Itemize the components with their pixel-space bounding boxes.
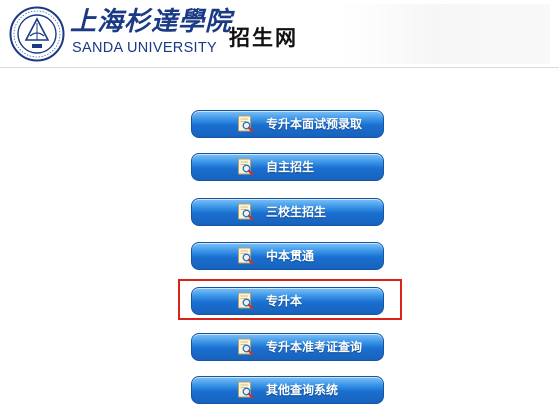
menu-button-label: 专升本面试预录取 xyxy=(266,117,363,131)
menu-button-upgrade-to-bachelor[interactable]: 专升本 xyxy=(191,287,384,315)
magnifier-document-icon xyxy=(238,203,254,221)
magnifier-document-icon xyxy=(238,115,254,133)
magnifier-document-icon xyxy=(238,158,254,176)
menu-button-label: 三校生招生 xyxy=(266,205,327,219)
magnifier-document-icon xyxy=(238,292,254,310)
magnifier-document-icon xyxy=(238,381,254,399)
menu-button-independent-admission[interactable]: 自主招生 xyxy=(191,153,384,181)
menu-button-admission-ticket-query[interactable]: 专升本准考证查询 xyxy=(191,333,384,361)
magnifier-document-icon xyxy=(238,247,254,265)
menu-button-three-school-admission[interactable]: 三校生招生 xyxy=(191,198,384,226)
menu-button-label: 中本贯通 xyxy=(266,249,315,263)
menu-button-label: 专升本 xyxy=(266,294,303,308)
menu-button-interview-admission[interactable]: 专升本面试预录取 xyxy=(191,110,384,138)
magnifier-document-icon xyxy=(238,338,254,356)
menu-button-other-query-systems[interactable]: 其他查询系统 xyxy=(191,376,384,404)
menu-button-label: 专升本准考证查询 xyxy=(266,340,363,354)
query-menu: 专升本面试预录取 自主招生 三校生招生 中本贯通 专升本 专升本准考证查询 其他… xyxy=(0,0,559,407)
menu-button-label: 自主招生 xyxy=(266,160,315,174)
menu-button-label: 其他查询系统 xyxy=(266,383,339,397)
menu-button-secondary-undergrad-program[interactable]: 中本贯通 xyxy=(191,242,384,270)
